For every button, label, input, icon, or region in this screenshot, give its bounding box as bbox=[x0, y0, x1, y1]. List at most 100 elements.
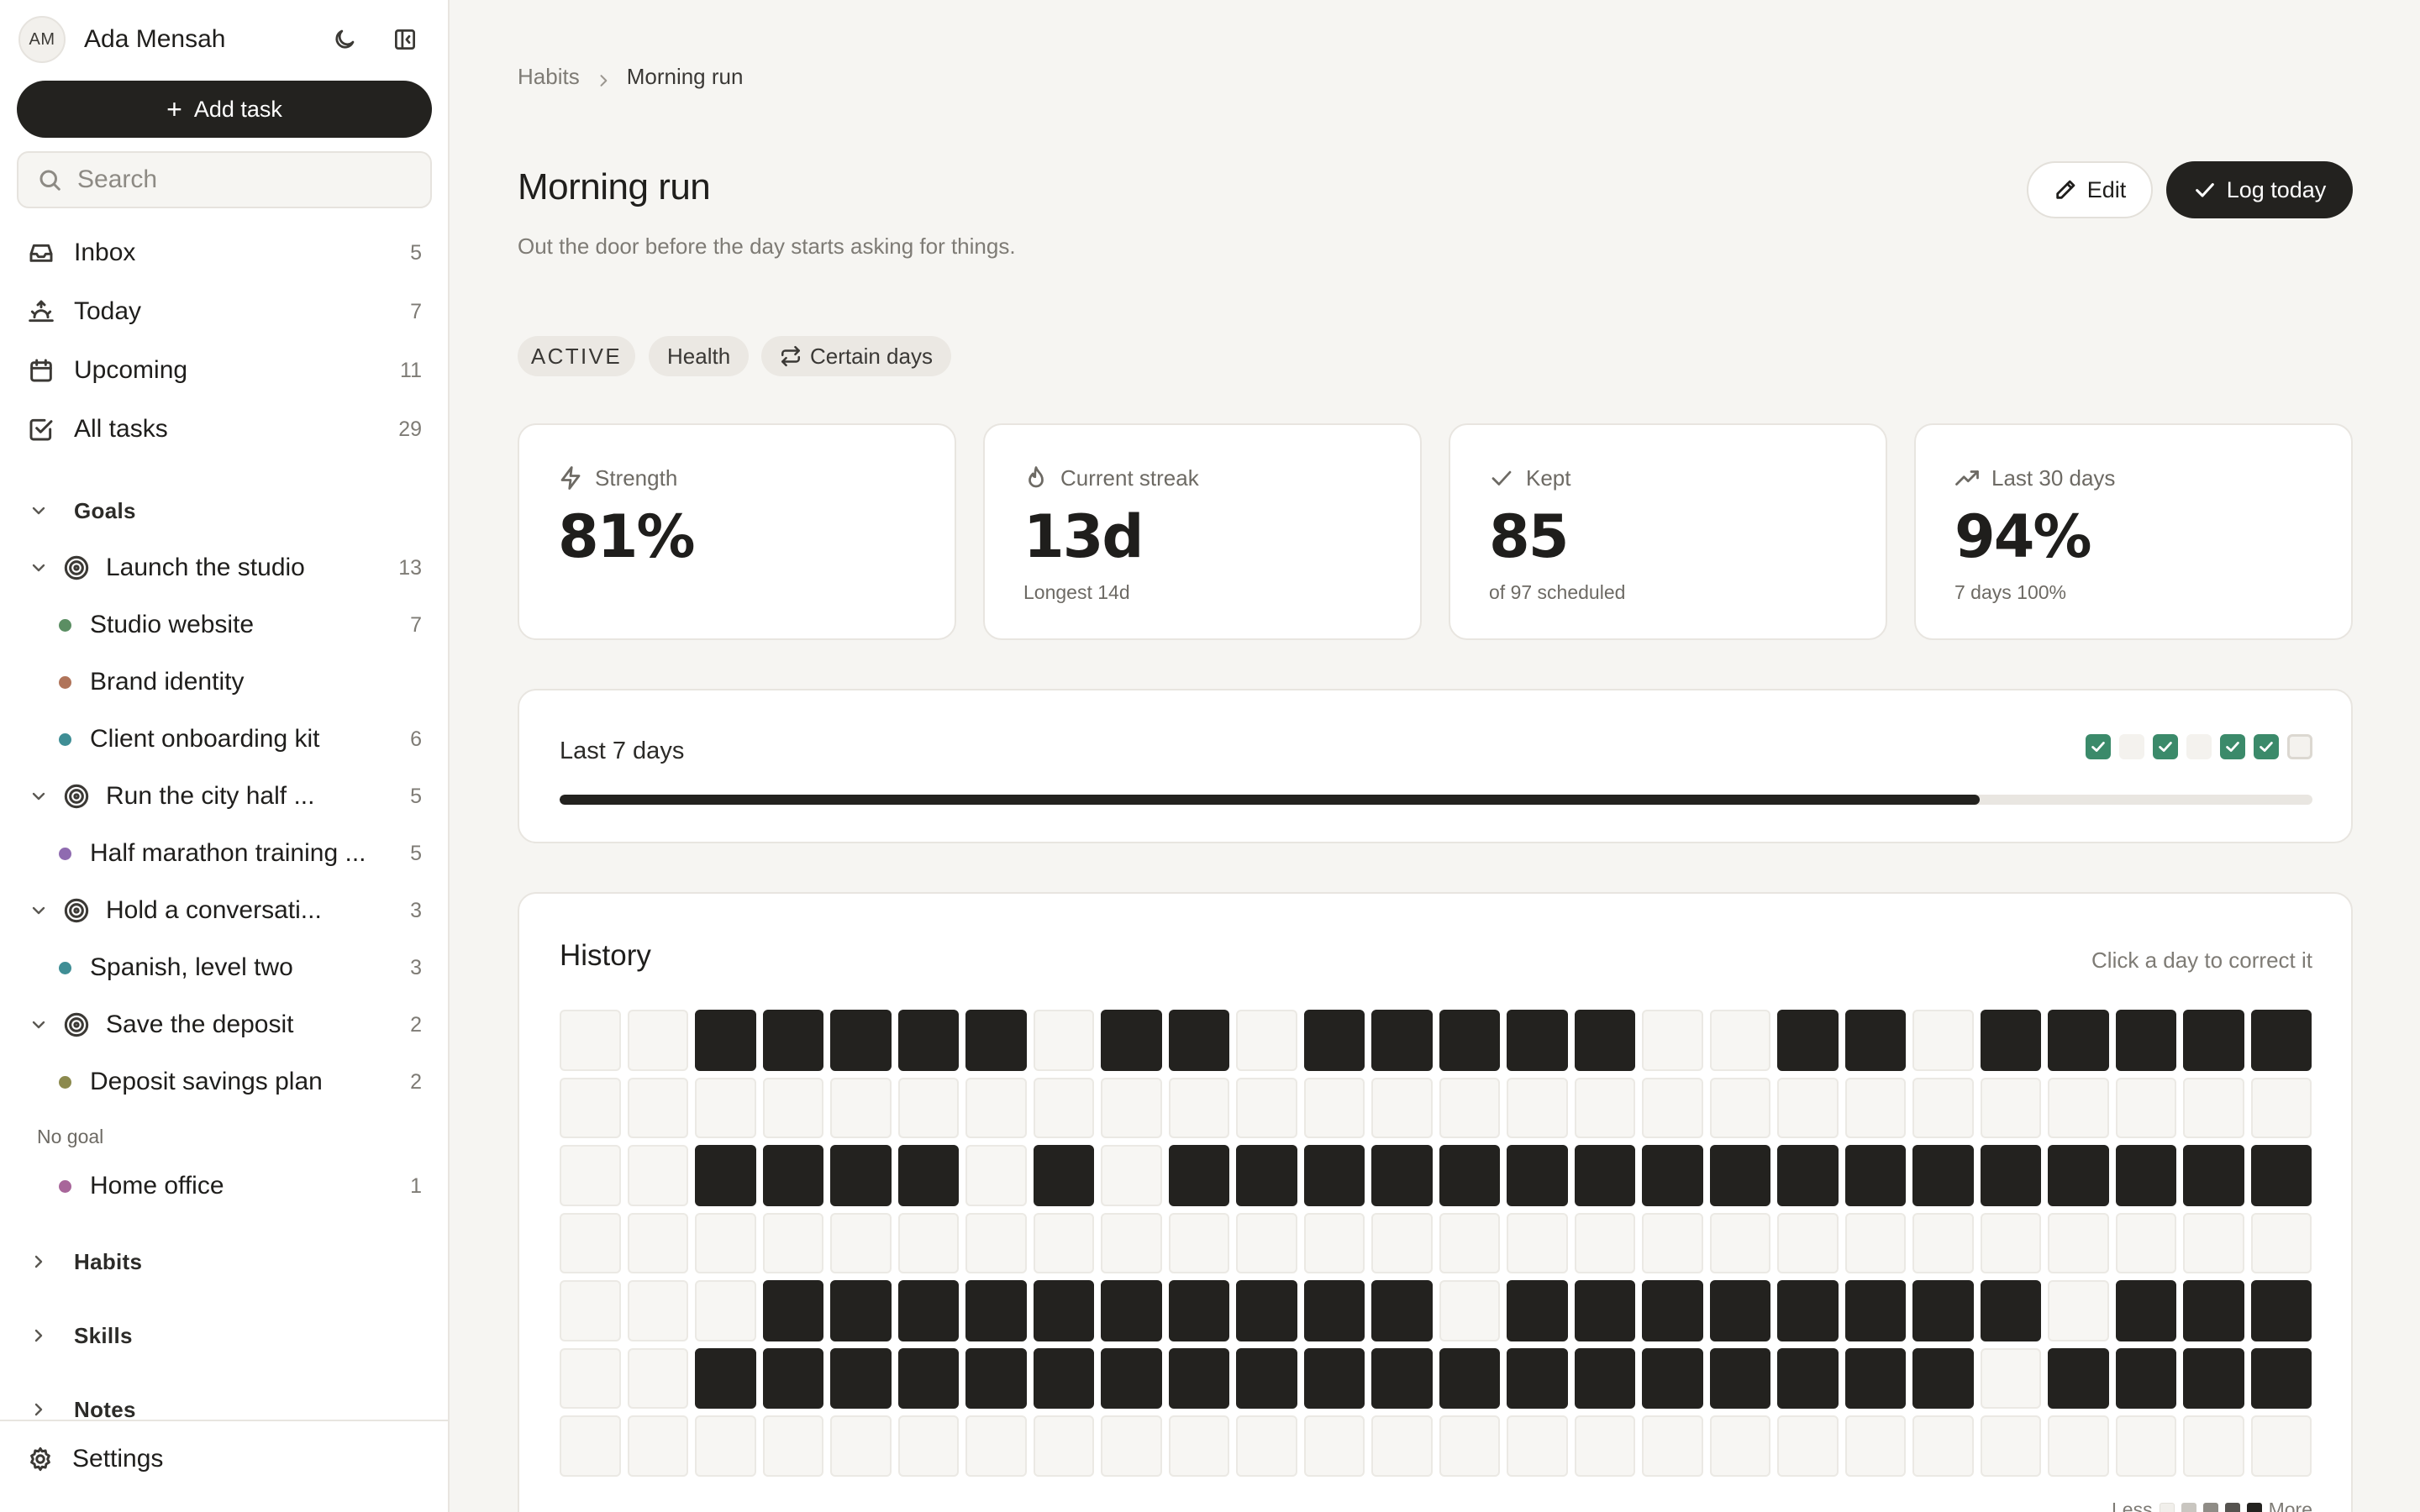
history-day-empty[interactable] bbox=[1507, 1415, 1568, 1477]
history-day-empty[interactable] bbox=[1033, 1415, 1094, 1477]
history-day-kept[interactable] bbox=[1303, 1145, 1365, 1206]
history-day-kept[interactable] bbox=[2115, 1010, 2176, 1071]
history-day-kept[interactable] bbox=[1507, 1010, 1568, 1071]
history-day-empty[interactable] bbox=[1168, 1415, 1229, 1477]
history-day-kept[interactable] bbox=[1777, 1280, 1839, 1341]
history-day-kept[interactable] bbox=[1303, 1280, 1365, 1341]
history-day-empty[interactable] bbox=[1574, 1212, 1635, 1273]
history-day-empty[interactable] bbox=[695, 1212, 756, 1273]
history-day-empty[interactable] bbox=[830, 1077, 892, 1138]
project-spanish-level-two[interactable]: Spanish, level two 3 bbox=[59, 947, 422, 989]
history-day-empty[interactable] bbox=[627, 1077, 688, 1138]
history-day-empty[interactable] bbox=[1236, 1415, 1297, 1477]
history-day-empty[interactable] bbox=[1912, 1077, 1974, 1138]
history-day-empty[interactable] bbox=[965, 1077, 1027, 1138]
history-day-empty[interactable] bbox=[695, 1280, 756, 1341]
history-day-kept[interactable] bbox=[1980, 1145, 2041, 1206]
history-day-kept[interactable] bbox=[1844, 1145, 1906, 1206]
history-day-empty[interactable] bbox=[1101, 1077, 1162, 1138]
history-day-kept[interactable] bbox=[1439, 1347, 1500, 1409]
history-day-kept[interactable] bbox=[1844, 1347, 1906, 1409]
history-day-empty[interactable] bbox=[1642, 1415, 1703, 1477]
history-day-kept[interactable] bbox=[1844, 1280, 1906, 1341]
week-day-box-done[interactable] bbox=[2254, 734, 2279, 759]
history-day-kept[interactable] bbox=[1303, 1347, 1365, 1409]
history-day-empty[interactable] bbox=[1101, 1415, 1162, 1477]
history-day-kept[interactable] bbox=[1709, 1280, 1770, 1341]
nav-today[interactable]: Today 7 bbox=[27, 291, 422, 333]
history-day-kept[interactable] bbox=[1168, 1280, 1229, 1341]
history-day-empty[interactable] bbox=[1574, 1077, 1635, 1138]
history-day-kept[interactable] bbox=[1574, 1010, 1635, 1071]
history-day-empty[interactable] bbox=[1439, 1077, 1500, 1138]
history-day-kept[interactable] bbox=[1168, 1145, 1229, 1206]
history-day-empty[interactable] bbox=[762, 1415, 823, 1477]
settings-button[interactable]: Settings bbox=[27, 1438, 163, 1480]
history-day-kept[interactable] bbox=[1777, 1010, 1839, 1071]
project-home-office[interactable]: Home office 1 bbox=[59, 1165, 422, 1207]
history-day-empty[interactable] bbox=[1033, 1212, 1094, 1273]
history-day-empty[interactable] bbox=[627, 1415, 688, 1477]
history-day-empty[interactable] bbox=[1709, 1077, 1770, 1138]
history-day-kept[interactable] bbox=[1574, 1145, 1635, 1206]
history-day-kept[interactable] bbox=[1844, 1010, 1906, 1071]
schedule-chip[interactable]: Certain days bbox=[761, 336, 951, 376]
history-day-kept[interactable] bbox=[1371, 1010, 1433, 1071]
history-day-kept[interactable] bbox=[1642, 1347, 1703, 1409]
history-day-kept[interactable] bbox=[1101, 1347, 1162, 1409]
history-day-empty[interactable] bbox=[1303, 1077, 1365, 1138]
history-day-kept[interactable] bbox=[1101, 1010, 1162, 1071]
history-day-empty[interactable] bbox=[2183, 1212, 2244, 1273]
history-day-kept[interactable] bbox=[1574, 1280, 1635, 1341]
avatar[interactable]: AM bbox=[18, 16, 66, 63]
project-brand-identity[interactable]: Brand identity bbox=[59, 661, 422, 703]
history-day-kept[interactable] bbox=[1709, 1145, 1770, 1206]
moon-icon[interactable] bbox=[331, 26, 358, 53]
history-day-kept[interactable] bbox=[1980, 1280, 2041, 1341]
history-day-empty[interactable] bbox=[1709, 1415, 1770, 1477]
week-day-box-done[interactable] bbox=[2220, 734, 2245, 759]
history-day-empty[interactable] bbox=[1168, 1077, 1229, 1138]
history-day-kept[interactable] bbox=[1371, 1145, 1433, 1206]
history-day-empty[interactable] bbox=[1507, 1212, 1568, 1273]
history-day-kept[interactable] bbox=[2183, 1347, 2244, 1409]
history-day-empty[interactable] bbox=[1236, 1077, 1297, 1138]
history-day-kept[interactable] bbox=[762, 1347, 823, 1409]
history-day-empty[interactable] bbox=[1709, 1010, 1770, 1071]
history-day-empty[interactable] bbox=[1980, 1347, 2041, 1409]
history-day-kept[interactable] bbox=[695, 1010, 756, 1071]
history-day-kept[interactable] bbox=[762, 1010, 823, 1071]
history-day-empty[interactable] bbox=[1303, 1212, 1365, 1273]
history-day-empty[interactable] bbox=[1439, 1415, 1500, 1477]
history-day-empty[interactable] bbox=[897, 1077, 959, 1138]
history-day-kept[interactable] bbox=[830, 1347, 892, 1409]
history-day-empty[interactable] bbox=[560, 1280, 621, 1341]
section-goals[interactable]: Goals bbox=[27, 491, 422, 530]
history-day-empty[interactable] bbox=[965, 1212, 1027, 1273]
history-day-empty[interactable] bbox=[1439, 1280, 1500, 1341]
history-day-empty[interactable] bbox=[1101, 1212, 1162, 1273]
section-skills[interactable]: Skills bbox=[27, 1316, 422, 1355]
history-day-kept[interactable] bbox=[1642, 1145, 1703, 1206]
history-day-empty[interactable] bbox=[1777, 1212, 1839, 1273]
history-day-kept[interactable] bbox=[1642, 1280, 1703, 1341]
history-day-empty[interactable] bbox=[2048, 1212, 2109, 1273]
history-day-empty[interactable] bbox=[1507, 1077, 1568, 1138]
history-day-kept[interactable] bbox=[762, 1145, 823, 1206]
history-day-empty[interactable] bbox=[965, 1415, 1027, 1477]
history-day-empty[interactable] bbox=[1371, 1212, 1433, 1273]
search-box[interactable] bbox=[17, 151, 432, 208]
edit-button[interactable]: Edit bbox=[2027, 161, 2153, 218]
history-day-empty[interactable] bbox=[762, 1077, 823, 1138]
chevron-down-icon[interactable] bbox=[27, 556, 50, 580]
history-day-empty[interactable] bbox=[1642, 1077, 1703, 1138]
history-day-empty[interactable] bbox=[560, 1077, 621, 1138]
history-day-kept[interactable] bbox=[897, 1347, 959, 1409]
history-day-kept[interactable] bbox=[1439, 1010, 1500, 1071]
history-day-kept[interactable] bbox=[2250, 1347, 2312, 1409]
history-day-empty[interactable] bbox=[1033, 1077, 1094, 1138]
history-day-empty[interactable] bbox=[2183, 1077, 2244, 1138]
history-day-kept[interactable] bbox=[1168, 1347, 1229, 1409]
history-day-empty[interactable] bbox=[1980, 1077, 2041, 1138]
history-day-kept[interactable] bbox=[2183, 1010, 2244, 1071]
